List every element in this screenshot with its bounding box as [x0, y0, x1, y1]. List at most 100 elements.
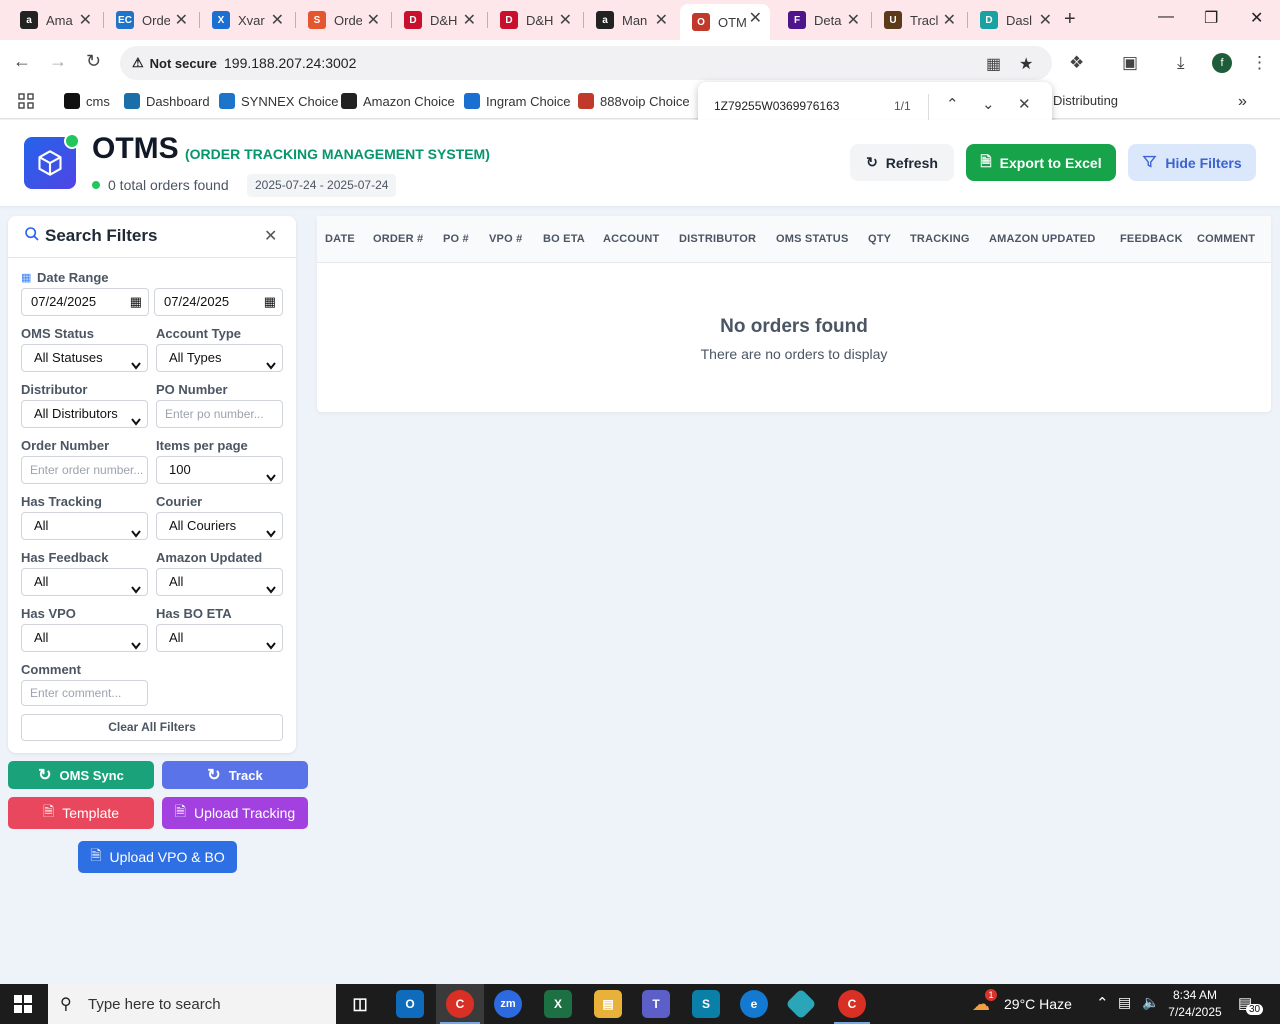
- export-excel-button[interactable]: 🗎 Export to Excel: [966, 144, 1116, 181]
- bookmark-item[interactable]: SYNNEX Choice: [219, 93, 339, 109]
- upload-vpo-bo-button[interactable]: 🗎 Upload VPO & BO: [78, 841, 237, 873]
- close-window-button[interactable]: ✕: [1250, 8, 1263, 28]
- minimize-button[interactable]: —: [1158, 8, 1174, 26]
- column-header[interactable]: VPO #: [489, 233, 522, 245]
- bookmark-item[interactable]: Amazon Choice: [341, 93, 455, 109]
- reload-button[interactable]: ↻: [86, 51, 101, 72]
- close-tab-icon[interactable]: ✕: [749, 8, 762, 28]
- browser-tab[interactable]: X Xvar ✕: [200, 6, 292, 34]
- close-tab-icon[interactable]: ✕: [559, 10, 572, 30]
- bookmark-star-icon[interactable]: ★: [1019, 54, 1033, 74]
- security-indicator[interactable]: ⚠ Not secure: [132, 55, 217, 71]
- order-number-input[interactable]: Enter order number...: [21, 456, 148, 484]
- taskbar-search[interactable]: ⚲ Type here to search: [48, 984, 336, 1024]
- browser-tab[interactable]: D D&H ✕: [488, 6, 580, 34]
- find-in-page-icon[interactable]: ▦: [986, 54, 1001, 74]
- chrome-profile-icon[interactable]: C: [838, 990, 866, 1018]
- close-tab-icon[interactable]: ✕: [271, 10, 284, 30]
- find-next-icon[interactable]: ⌄: [982, 95, 995, 113]
- find-close-icon[interactable]: ✕: [1018, 95, 1031, 113]
- column-header[interactable]: ACCOUNT: [603, 233, 659, 245]
- bookmark-item[interactable]: Ingram Choice: [464, 93, 571, 109]
- start-button[interactable]: [14, 995, 32, 1013]
- clear-filters-button[interactable]: Clear All Filters: [21, 714, 283, 741]
- calendar-picker-icon[interactable]: ▦: [264, 289, 276, 315]
- tray-expand-icon[interactable]: ⌃: [1096, 994, 1109, 1012]
- courier-select[interactable]: All Couriers: [156, 512, 283, 540]
- has-feedback-select[interactable]: All: [21, 568, 148, 596]
- new-tab-button[interactable]: +: [1064, 8, 1076, 31]
- find-input[interactable]: 1Z79255W0369976163: [714, 99, 839, 113]
- browser-tab[interactable]: a Ama ✕: [8, 6, 100, 34]
- app-diamond-icon[interactable]: [785, 988, 817, 1020]
- sway-icon[interactable]: S: [692, 990, 720, 1018]
- forward-button[interactable]: →: [49, 51, 67, 72]
- address-bar[interactable]: ⚠ Not secure 199.188.207.24:3002 ▦ ★: [120, 46, 1052, 80]
- extensions-icon[interactable]: ❖: [1069, 53, 1084, 73]
- distributor-select[interactable]: All Distributors: [21, 400, 148, 428]
- column-header[interactable]: DISTRIBUTOR: [679, 233, 756, 245]
- browser-tab[interactable]: S Orde ✕: [296, 6, 388, 34]
- network-icon[interactable]: ▤: [1118, 994, 1131, 1011]
- back-button[interactable]: ←: [13, 51, 31, 72]
- oms-status-select[interactable]: All Statuses: [21, 344, 148, 372]
- close-tab-icon[interactable]: ✕: [1039, 10, 1052, 30]
- browser-tab[interactable]: U Tracl ✕: [872, 6, 964, 34]
- column-header[interactable]: DATE: [325, 233, 355, 245]
- calendar-picker-icon[interactable]: ▦: [130, 289, 142, 315]
- has-tracking-select[interactable]: All: [21, 512, 148, 540]
- date-from-input[interactable]: 07/24/2025 ▦: [21, 288, 149, 316]
- template-button[interactable]: 🗎 Template: [8, 797, 154, 829]
- hide-filters-button[interactable]: Hide Filters: [1128, 144, 1256, 181]
- outlook-icon[interactable]: O: [396, 990, 424, 1018]
- refresh-button[interactable]: ↻ Refresh: [850, 144, 954, 181]
- close-tab-icon[interactable]: ✕: [79, 10, 92, 30]
- system-clock[interactable]: 8:34 AM 7/24/2025: [1160, 987, 1230, 1021]
- weather-text[interactable]: 29°C Haze: [1004, 996, 1072, 1012]
- more-bookmarks-icon[interactable]: »: [1238, 93, 1247, 111]
- task-view-icon[interactable]: ◫: [346, 990, 374, 1018]
- column-header[interactable]: FEEDBACK: [1120, 233, 1183, 245]
- close-filters-icon[interactable]: ✕: [264, 226, 277, 246]
- download-icon[interactable]: ⤓: [1177, 53, 1185, 73]
- amazon-updated-select[interactable]: All: [156, 568, 283, 596]
- close-tab-icon[interactable]: ✕: [847, 10, 860, 30]
- browser-tab[interactable]: O OTM ✕: [680, 4, 770, 40]
- account-type-select[interactable]: All Types: [156, 344, 283, 372]
- profile-avatar[interactable]: f: [1212, 53, 1232, 73]
- edge-icon[interactable]: e: [740, 990, 768, 1018]
- browser-tab[interactable]: EC Orde ✕: [104, 6, 196, 34]
- apps-grid-icon[interactable]: [18, 93, 34, 109]
- excel-icon[interactable]: X: [544, 990, 572, 1018]
- column-header[interactable]: OMS STATUS: [776, 233, 848, 245]
- upload-tracking-button[interactable]: 🗎 Upload Tracking: [162, 797, 308, 829]
- restore-button[interactable]: ❐: [1204, 8, 1218, 28]
- browser-tab[interactable]: D Dasl ✕: [968, 6, 1060, 34]
- url-text[interactable]: 199.188.207.24:3002: [224, 55, 356, 71]
- close-tab-icon[interactable]: ✕: [943, 10, 956, 30]
- column-header[interactable]: PO #: [443, 233, 469, 245]
- date-to-input[interactable]: 07/24/2025 ▦: [154, 288, 283, 316]
- items-per-page-select[interactable]: 100: [156, 456, 283, 484]
- volume-icon[interactable]: 🔈: [1142, 994, 1159, 1011]
- zoom-icon[interactable]: zm: [494, 990, 522, 1018]
- file-explorer-icon[interactable]: ▤: [594, 990, 622, 1018]
- oms-sync-button[interactable]: ↻ OMS Sync: [8, 761, 154, 789]
- find-previous-icon[interactable]: ⌃: [946, 95, 959, 113]
- track-button[interactable]: ↻ Track: [162, 761, 308, 789]
- browser-tab[interactable]: D D&H ✕: [392, 6, 484, 34]
- column-header[interactable]: ORDER #: [373, 233, 423, 245]
- po-number-input[interactable]: Enter po number...: [156, 400, 283, 428]
- close-tab-icon[interactable]: ✕: [463, 10, 476, 30]
- has-vpo-select[interactable]: All: [21, 624, 148, 652]
- column-header[interactable]: QTY: [868, 233, 891, 245]
- close-tab-icon[interactable]: ✕: [175, 10, 188, 30]
- column-header[interactable]: AMAZON UPDATED: [989, 233, 1095, 245]
- close-tab-icon[interactable]: ✕: [655, 10, 668, 30]
- menu-dots-icon[interactable]: ⋮: [1251, 53, 1268, 73]
- browser-tab[interactable]: a Man ✕: [584, 6, 676, 34]
- column-header[interactable]: TRACKING: [910, 233, 970, 245]
- bookmark-item[interactable]: cms: [64, 93, 110, 109]
- chrome-icon[interactable]: C: [446, 990, 474, 1018]
- bookmark-item[interactable]: 888voip Choice: [578, 93, 690, 109]
